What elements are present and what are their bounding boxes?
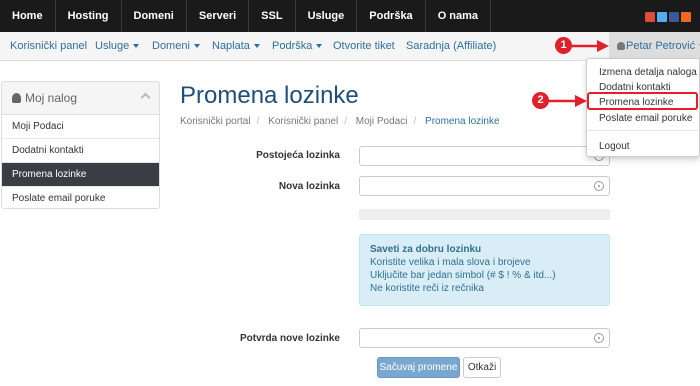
nav-podrska-label: Podrška [272,40,313,52]
nav-domeni-dropdown[interactable]: Domeni [152,32,200,61]
password-tips-box: Saveti za dobru lozinku Koristite velika… [359,234,610,306]
confirm-password-label: Potvrda nove lozinke [239,333,340,344]
caret-down-icon [316,44,323,49]
caret-down-icon [253,44,260,49]
current-password-field[interactable] [359,146,610,166]
highlight-box [587,92,698,110]
confirm-password-field[interactable] [359,328,610,348]
top-nav-usluge[interactable]: Usluge [296,0,358,32]
nav-domeni-label: Domeni [152,40,190,52]
client-area-navbar: Korisnički panel Usluge Domeni Naplata P… [0,32,700,61]
sidebar-title: Moj nalog [25,91,78,105]
current-password-label: Postojeća lozinka [256,150,340,161]
top-nav-hosting[interactable]: Hosting [56,0,122,32]
account-sidebar: Moj nalog Moji Podaci Dodatni kontakti P… [1,81,160,209]
googleplus-icon[interactable] [645,12,655,22]
breadcrumb-separator: / [413,116,417,127]
password-tip: Ne koristite reči iz rečnika [370,283,484,294]
nav-korisnicki-panel[interactable]: Korisnički panel [10,32,87,61]
sidebar-item-promena-lozinke[interactable]: Promena lozinke [2,163,159,187]
password-tips-title: Saveti za dobru lozinku [370,244,482,255]
caret-down-icon [193,44,200,49]
sidebar-item-dodatni-kontakti[interactable]: Dodatni kontakti [2,139,159,163]
new-password-field[interactable] [359,176,610,196]
user-account-menu[interactable]: Petar Petrović [609,32,700,61]
breadcrumb-separator: / [256,116,260,127]
dropdown-item-izmena-detalja[interactable]: Izmena detalja naloga [599,67,697,78]
new-password-label: Nova lozinka [278,181,340,192]
top-nav-menu: Home Hosting Domeni Serveri SSL Usluge P… [0,0,492,32]
nav-korisnicki-panel-label: Korisnički panel [10,40,88,52]
breadcrumb-current: Promena lozinke [425,116,500,127]
nav-otvorite-tiket-label: Otvorite tiket [333,40,395,52]
user-icon [617,42,625,50]
nav-saradnja-label: Saradnja (Affiliate) [406,40,497,52]
nav-saradnja-affiliate[interactable]: Saradnja (Affiliate) [406,32,496,61]
nav-podrska-dropdown[interactable]: Podrška [272,32,323,61]
top-nav-domeni[interactable]: Domeni [122,0,187,32]
save-changes-button[interactable]: Sačuvaj promene [377,357,460,378]
password-tip: Uključite bar jedan simbol (# $ ! % & it… [370,270,556,281]
sidebar-item-moji-podaci[interactable]: Moji Podaci [2,115,159,139]
eye-icon[interactable] [594,333,604,343]
nav-naplata-label: Naplata [212,40,250,52]
top-nav-o-nama[interactable]: O nama [426,0,492,32]
nav-otvorite-tiket[interactable]: Otvorite tiket [333,32,395,61]
top-nav-ssl[interactable]: SSL [249,0,296,32]
top-nav-serveri[interactable]: Serveri [187,0,250,32]
annotation-badge-1: 1 [555,37,572,54]
nav-usluge-dropdown[interactable]: Usluge [95,32,140,61]
facebook-icon[interactable] [669,12,679,22]
rss-icon[interactable] [681,12,691,22]
top-nav-home[interactable]: Home [0,0,56,32]
sidebar-item-poslate-email-poruke[interactable]: Poslate email poruke [2,187,159,208]
social-links [645,12,691,22]
twitter-icon[interactable] [657,12,667,22]
user-icon [12,93,21,103]
chevron-up-icon[interactable] [140,92,151,103]
dropdown-item-logout[interactable]: Logout [599,141,630,152]
page-title: Promena lozinke [180,82,359,109]
top-nav-podrska[interactable]: Podrška [357,0,426,32]
nav-naplata-dropdown[interactable]: Naplata [212,32,260,61]
cancel-button[interactable]: Otkaži [463,357,501,378]
top-navbar: Home Hosting Domeni Serveri SSL Usluge P… [0,0,700,32]
breadcrumb-item[interactable]: Korisnički panel [268,116,338,127]
breadcrumb-item[interactable]: Korisnički portal [180,116,251,127]
annotation-badge-2: 2 [532,92,549,109]
caret-down-icon [133,44,140,49]
breadcrumb-separator: / [344,116,347,127]
sidebar-header[interactable]: Moj nalog [2,82,159,115]
breadcrumb-item[interactable]: Moji Podaci [356,116,408,127]
password-strength-meter [359,209,610,220]
user-name: Petar Petrović [626,40,696,52]
breadcrumb: Korisnički portal / Korisnički panel / Moj… [180,116,500,127]
nav-usluge-label: Usluge [95,40,130,52]
dropdown-divider [588,130,698,131]
eye-icon[interactable] [594,181,604,191]
password-tip: Koristite velika i mala slova i brojeve [370,257,531,268]
dropdown-item-poslate-email-poruke[interactable]: Poslate email poruke [599,113,692,124]
